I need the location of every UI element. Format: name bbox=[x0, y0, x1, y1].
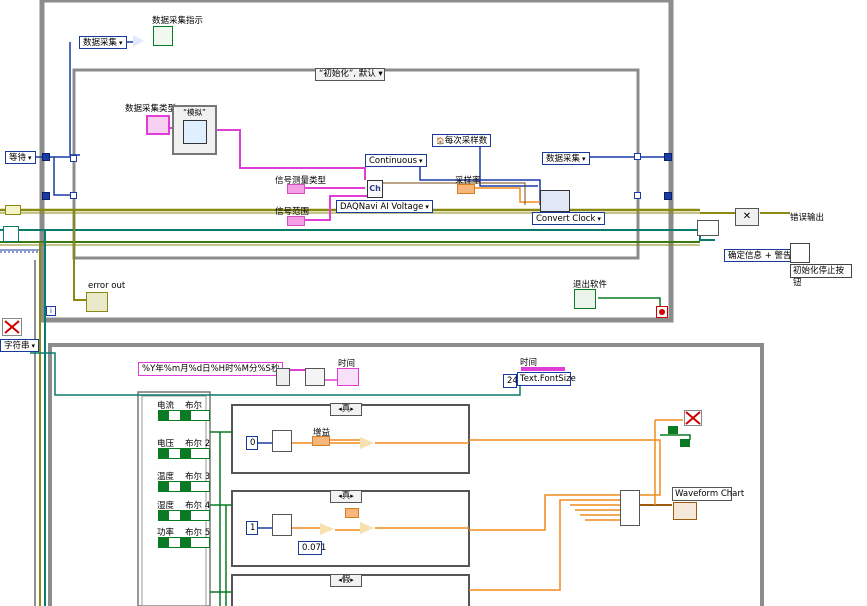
enum-data-acq[interactable]: 数据采集 ▾ bbox=[79, 36, 127, 49]
const-one[interactable]: 1 bbox=[246, 521, 258, 535]
offset-const[interactable] bbox=[345, 508, 359, 518]
shift-register-right-2 bbox=[664, 192, 672, 200]
disabled-icon bbox=[2, 318, 22, 336]
sample-rate-const[interactable] bbox=[457, 184, 475, 194]
equal-compare-icon bbox=[133, 35, 144, 47]
channel-tf-b-3[interactable] bbox=[180, 510, 210, 521]
samples-per-read[interactable]: 🏠每次采样数 bbox=[432, 134, 492, 147]
waveform-chart-icon[interactable] bbox=[673, 502, 697, 520]
error-output-label: 错误输出 bbox=[790, 213, 825, 223]
indicator-label: 数据采集指示 bbox=[152, 16, 204, 26]
shift-register-left-2 bbox=[42, 192, 50, 200]
led-indicator-icon[interactable] bbox=[153, 26, 173, 46]
signal-measure-const[interactable] bbox=[287, 184, 305, 194]
channel-tf-b-1[interactable] bbox=[180, 448, 210, 459]
time-property-bar bbox=[521, 367, 565, 371]
daq-type-label: 数据采集类型 bbox=[125, 104, 177, 114]
channel-tf-b-4[interactable] bbox=[180, 537, 210, 548]
channel-tf-b-0[interactable] bbox=[180, 410, 210, 421]
daq-type-case: “模拟” bbox=[172, 105, 217, 155]
error-out-indicator[interactable] bbox=[86, 292, 108, 312]
error-cluster-const[interactable] bbox=[5, 205, 21, 215]
const-071[interactable]: 0.071 bbox=[298, 541, 326, 555]
init-stop-button-label: 初始化停止按钮 bbox=[790, 264, 852, 288]
multiply-icon-2 bbox=[360, 522, 374, 534]
index-array-icon-1 bbox=[272, 430, 292, 452]
case-selector[interactable]: “初始化”, 默认 ▾ bbox=[315, 68, 385, 81]
font-size-const[interactable]: 24 bbox=[503, 374, 518, 388]
shift-register-right bbox=[664, 153, 672, 161]
subtract-icon bbox=[320, 523, 334, 535]
case3-selector[interactable]: ◂假▸ bbox=[330, 574, 362, 587]
bundle-icon bbox=[620, 490, 640, 526]
iteration-terminal: i bbox=[46, 306, 56, 316]
signal-range-const[interactable] bbox=[287, 216, 305, 226]
bool-const-1[interactable] bbox=[668, 426, 678, 434]
exit-button-icon[interactable] bbox=[574, 289, 596, 309]
enum-convert-clock[interactable]: Convert Clock ▾ bbox=[532, 212, 605, 225]
format-datetime-icon bbox=[305, 368, 325, 386]
merge-errors-icon: ✕ bbox=[735, 208, 759, 226]
font-size-property[interactable]: Text.FontSize bbox=[517, 372, 576, 386]
enum-continuous[interactable]: Continuous ▾ bbox=[365, 154, 427, 167]
daq-type-control-icon[interactable] bbox=[146, 115, 170, 135]
enum-voltage[interactable]: DAQNavi AI Voltage ▾ bbox=[336, 200, 433, 213]
const-zero[interactable]: 0 bbox=[246, 436, 258, 450]
format-string-const[interactable]: %Y年%m月%d日%H时%M分%S秒 bbox=[138, 362, 284, 376]
case1-selector[interactable]: ◂真▸ bbox=[330, 403, 362, 416]
index-array-icon-2 bbox=[272, 514, 292, 536]
error-dialog-icon bbox=[790, 243, 810, 263]
enum-wait[interactable]: 等待 ▾ bbox=[5, 151, 36, 164]
disabled-icon-2 bbox=[684, 410, 702, 426]
tunnel-right-2 bbox=[634, 192, 641, 199]
timestamp-icon bbox=[276, 368, 290, 386]
daq-config-icon bbox=[182, 120, 207, 144]
gain-const[interactable] bbox=[312, 436, 330, 446]
cluster-const-icon[interactable] bbox=[3, 226, 19, 242]
channel-tf-b-2[interactable] bbox=[180, 481, 210, 492]
enum-string[interactable]: 字符串 ▾ bbox=[0, 339, 40, 352]
block-diagram-wires bbox=[0, 0, 792, 606]
bool-const-2[interactable] bbox=[680, 439, 690, 447]
enum-next-state[interactable]: 数据采集 ▾ bbox=[542, 152, 590, 165]
shift-register-left bbox=[42, 153, 50, 161]
waveform-chart-label: Waveform Chart bbox=[672, 487, 744, 501]
tunnel-right-1 bbox=[634, 153, 641, 160]
tunnel-left-1 bbox=[70, 155, 77, 162]
error-out-label: error out bbox=[88, 281, 126, 291]
daq-channel-icon: Ch bbox=[367, 180, 383, 198]
time-indicator[interactable] bbox=[337, 368, 359, 386]
multiply-icon-1 bbox=[360, 437, 374, 449]
stop-terminal-icon bbox=[656, 306, 668, 318]
case2-selector[interactable]: ◂真▸ bbox=[330, 490, 362, 503]
unbundle-icon bbox=[697, 220, 719, 236]
daq-timing-icon bbox=[540, 190, 570, 212]
tunnel-left-2 bbox=[70, 192, 77, 199]
